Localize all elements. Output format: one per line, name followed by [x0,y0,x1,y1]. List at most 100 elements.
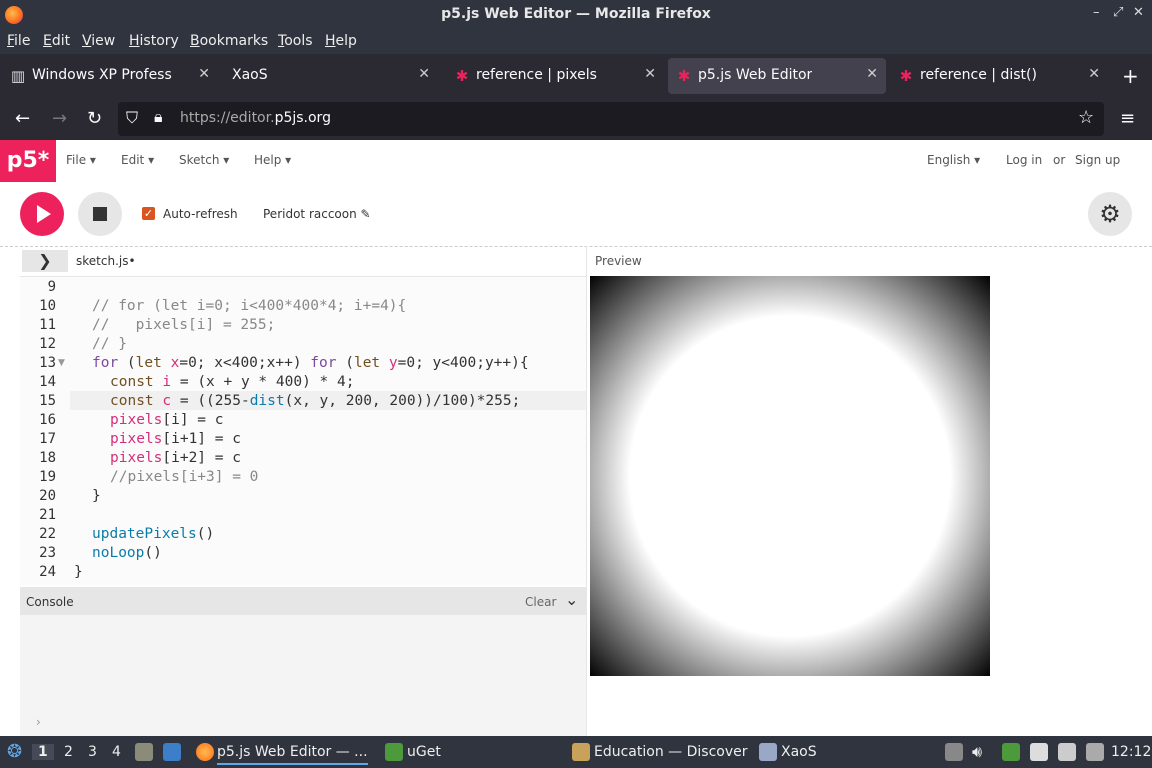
login-link[interactable]: Log in [1006,153,1042,167]
p5-menu-file[interactable]: File ▾ [66,153,96,167]
clipboard-icon[interactable] [945,743,963,761]
stop-button[interactable] [78,192,122,236]
desktop-icon[interactable] [163,743,181,761]
taskbar-app-p5[interactable]: p5.js Web Editor — ... [217,744,368,765]
line-number: 9 [47,279,56,295]
menu-edit[interactable]: Edit [43,33,70,49]
taskbar-app-discover[interactable]: Education — Discover [594,744,747,760]
code-line: // for (let i=0; i<400*400*4; i+=4){ [92,298,407,314]
tab-reference-pixels[interactable]: ✱ reference | pixels ✕ [446,58,664,94]
menu-history[interactable]: History [129,33,179,49]
tab-label: reference | dist() [920,67,1037,83]
notes-icon[interactable] [1030,743,1048,761]
menu-help[interactable]: Help [325,33,357,49]
pane-divider[interactable] [586,246,587,736]
close-tab-icon[interactable]: ✕ [418,66,430,82]
p5-menu-edit[interactable]: Edit ▾ [121,153,154,167]
line-number: 17 [39,431,56,447]
menu-tools[interactable]: Tools [278,33,313,49]
url-text[interactable]: https://editor.p5js.org [180,110,331,126]
p5-star-icon: ✱ [677,67,691,85]
workspace-4[interactable]: 4 [112,744,121,760]
close-tab-icon[interactable]: ✕ [866,66,878,82]
chevron-down-icon[interactable]: ⌄ [565,590,578,609]
lock-icon[interactable]: 🔒︎ [154,107,163,127]
tab-label: Windows XP Professional [32,67,172,83]
p5-logo[interactable]: p5* [0,140,56,182]
maximize-icon[interactable]: ⤢ [1113,5,1123,20]
p5-star-icon: ✱ [455,67,469,85]
p5-toolbar: ✓ Auto-refresh Peridot raccoon ✎ ⚙ [0,182,1152,247]
pencil-icon[interactable]: ✎ [361,207,371,221]
tab-xaos[interactable]: XaoS ✕ [222,58,438,94]
play-button[interactable] [20,192,64,236]
menu-bookmarks[interactable]: Bookmarks [190,33,268,49]
auto-refresh-label: Auto-refresh [163,207,238,221]
windows-icon: ▥ [10,67,26,85]
line-number: 10 [39,298,56,314]
code-line: } [74,564,83,580]
code-line: noLoop() [92,545,162,561]
volume-icon[interactable]: 🔊︎ [972,742,982,762]
preview-canvas[interactable] [590,276,990,676]
console-clear-button[interactable]: Clear [525,595,556,609]
shield-icon[interactable]: ⛉ [126,108,138,128]
signup-link[interactable]: Sign up [1075,153,1120,167]
code-line: const c = ((255-dist(x, y, 200, 200))/10… [110,393,521,409]
start-menu-icon[interactable]: ❂ [7,741,22,762]
tab-windows-xp[interactable]: ▥ Windows XP Professional ✕ [2,58,218,94]
back-icon[interactable]: ← [15,108,30,129]
fold-arrow-icon[interactable]: ▼ [58,358,65,368]
uget-tray-icon[interactable] [1002,743,1020,761]
line-number: 15 [39,393,56,409]
minimize-icon[interactable]: – [1093,5,1100,20]
line-number: 24 [39,564,56,580]
menu-view[interactable]: View [82,33,115,49]
hamburger-menu-icon[interactable]: ≡ [1120,108,1135,129]
display-icon[interactable] [1058,743,1076,761]
close-window-icon[interactable]: ✕ [1133,5,1144,20]
workspace-1[interactable]: 1 [32,744,54,760]
code-line: pixels[i] = c [110,412,224,428]
line-number: 20 [39,488,56,504]
reload-icon[interactable]: ↻ [87,108,102,129]
file-tab-sketch[interactable]: sketch.js• [76,254,136,268]
new-tab-icon[interactable]: + [1122,64,1139,88]
close-tab-icon[interactable]: ✕ [1088,66,1100,82]
tab-reference-dist[interactable]: ✱ reference | dist() ✕ [890,58,1108,94]
line-number: 11 [39,317,56,333]
firefox-menubar: File Edit View History Bookmarks Tools H… [0,30,1152,54]
console-output[interactable]: › [20,615,586,736]
files-icon[interactable] [135,743,153,761]
line-number: 19 [39,469,56,485]
taskbar-app-uget[interactable]: uGet [407,744,441,760]
code-editor[interactable]: 9 10 11 12 13 ▼ 14 15 16 17 18 19 20 21 … [20,276,586,585]
forward-icon[interactable]: → [52,108,67,129]
p5-star-icon: ✱ [899,67,913,85]
code-line: //pixels[i+3] = 0 [110,469,259,485]
p5-menu-help[interactable]: Help ▾ [254,153,291,167]
uget-icon [385,743,403,761]
code-line: // pixels[i] = 255; [92,317,276,333]
menu-file[interactable]: File [7,33,30,49]
bookmark-star-icon[interactable]: ☆ [1078,107,1094,128]
clock: 12:12 [1111,744,1152,760]
url-bar[interactable]: ⛉ 🔒︎ https://editor.p5js.org ☆ [118,102,1104,136]
sidebar-toggle-button[interactable]: ❯ [22,250,68,272]
workspace-2[interactable]: 2 [64,744,73,760]
line-number: 13 [39,355,56,371]
language-select[interactable]: English ▾ [927,153,980,167]
workspace-3[interactable]: 3 [88,744,97,760]
p5-menu-sketch[interactable]: Sketch ▾ [179,153,229,167]
taskbar-app-xaos[interactable]: XaoS [781,744,817,760]
code-line: pixels[i+1] = c [110,431,241,447]
console-prompt-icon[interactable]: › [36,715,41,729]
settings-gear-icon[interactable]: ⚙ [1088,192,1132,236]
close-tab-icon[interactable]: ✕ [644,66,656,82]
network-icon[interactable] [1086,743,1104,761]
sketch-name[interactable]: Peridot raccoon ✎ [263,207,371,221]
tab-p5-editor[interactable]: ✱ p5.js Web Editor ✕ [668,58,886,94]
code-line: } [92,488,101,504]
close-tab-icon[interactable]: ✕ [198,66,210,82]
auto-refresh-checkbox[interactable]: ✓ [142,207,155,220]
